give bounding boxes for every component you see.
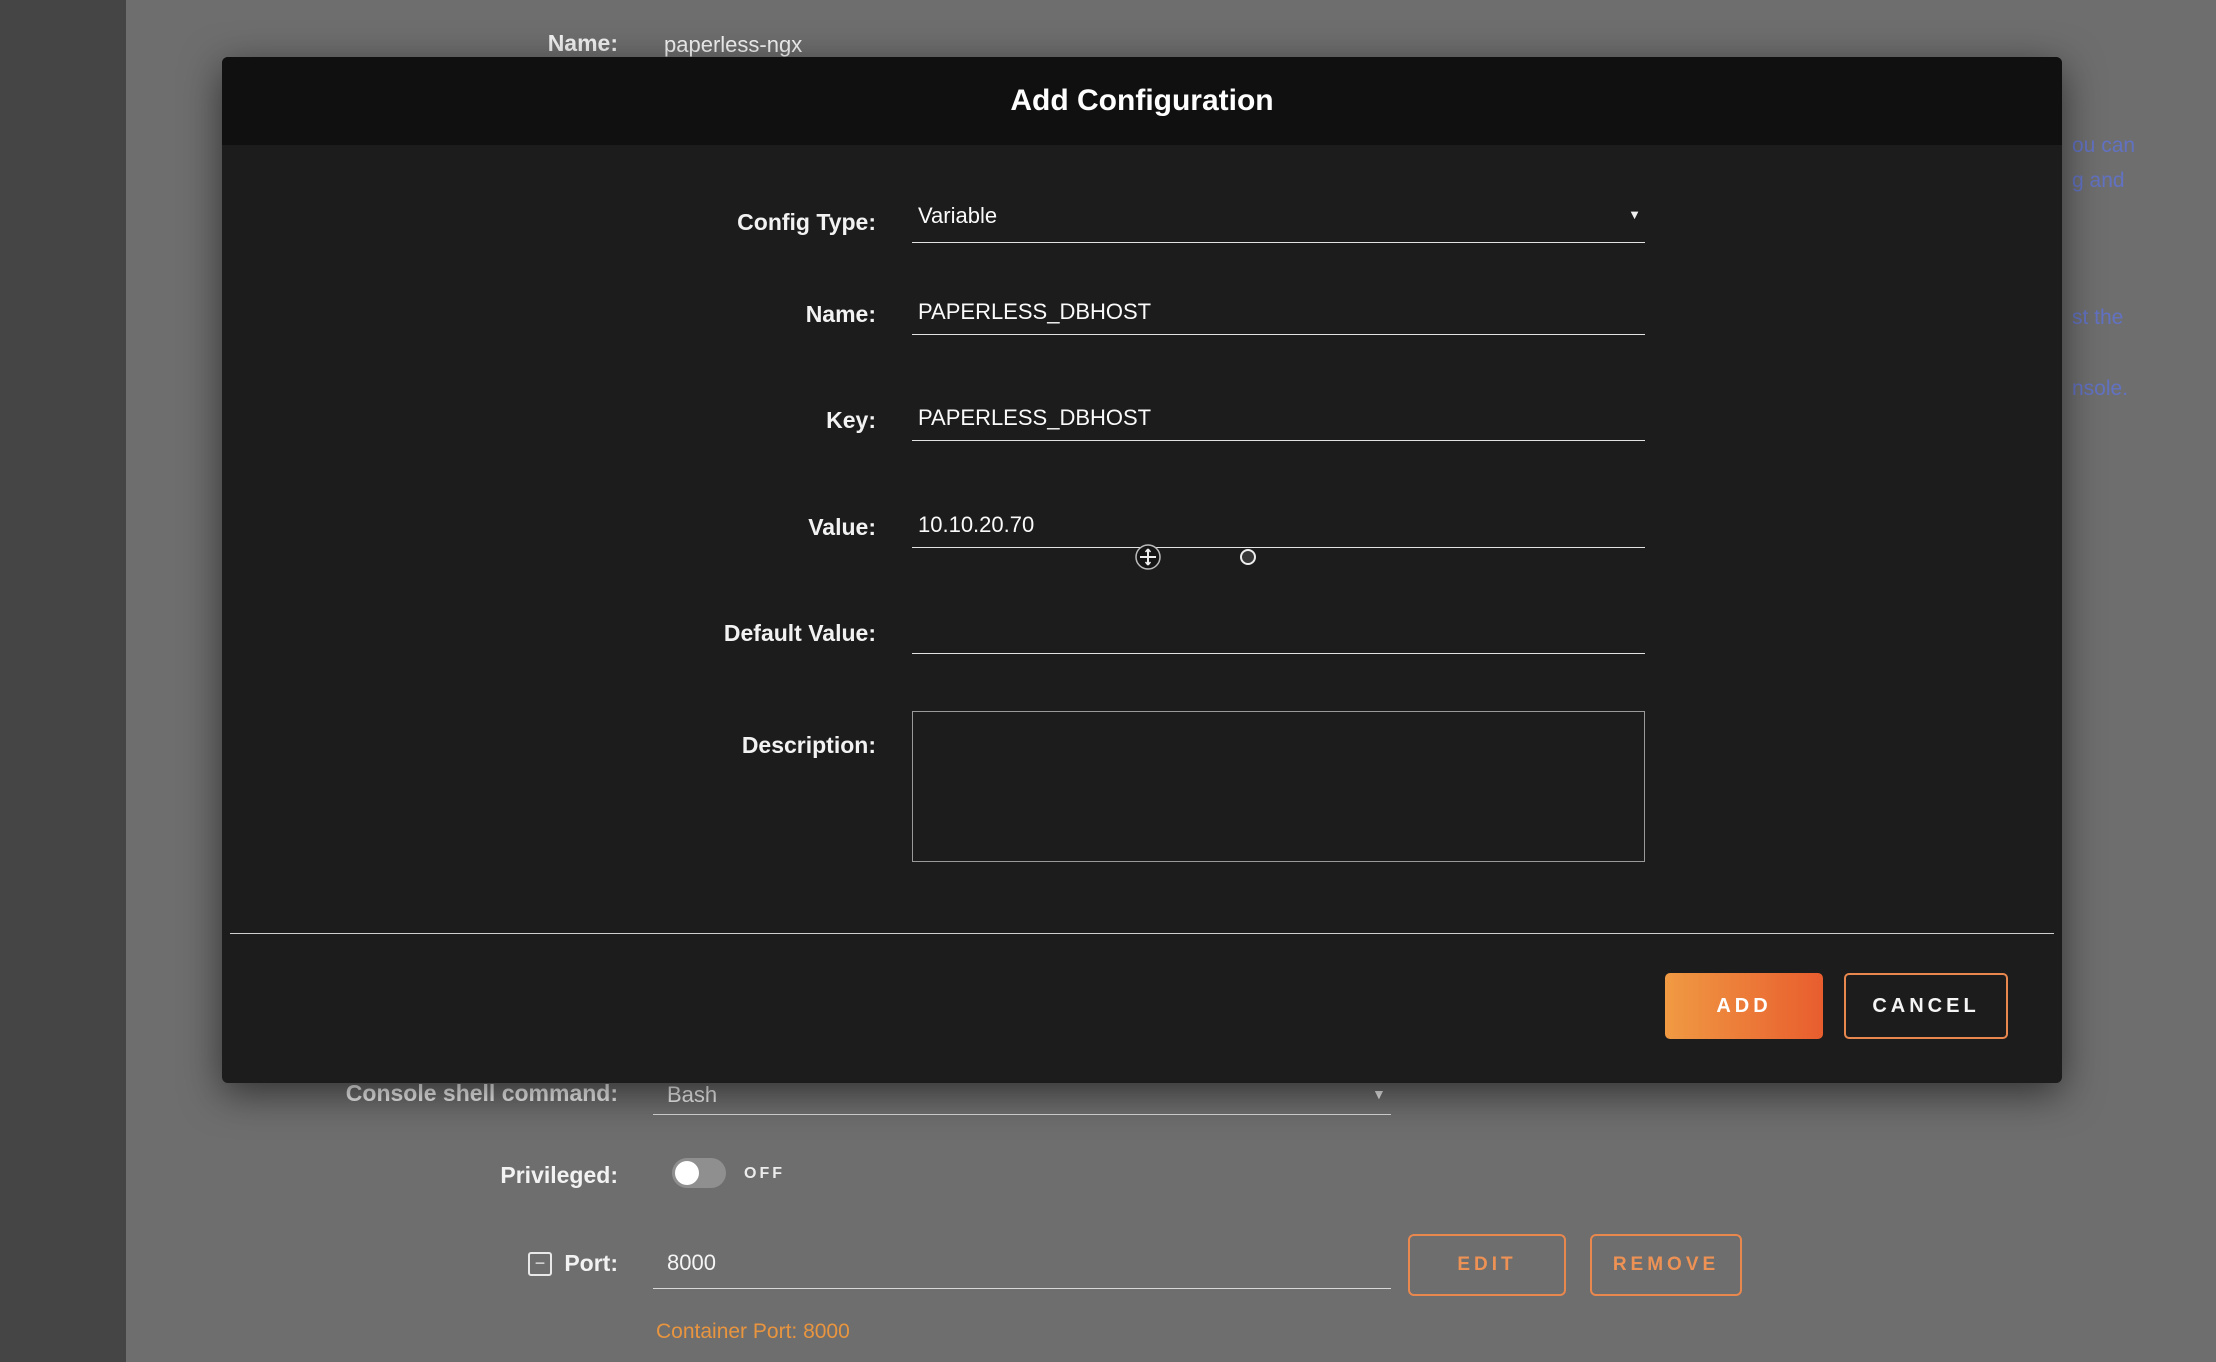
- page-left-band: [0, 0, 126, 1362]
- key-input[interactable]: [912, 395, 1645, 441]
- config-type-label: Config Type:: [416, 209, 876, 236]
- bg-clipped-text-4: nsole.: [2072, 377, 2128, 401]
- move-cursor-icon: [1133, 542, 1163, 572]
- add-button[interactable]: ADD: [1665, 973, 1823, 1039]
- key-label: Key:: [416, 407, 876, 434]
- bg-name-value: paperless-ngx: [664, 32, 802, 58]
- config-type-value: Variable: [918, 203, 997, 229]
- privileged-toggle[interactable]: [672, 1158, 726, 1188]
- chevron-down-icon: ▼: [1628, 207, 1641, 222]
- value-label: Value:: [416, 514, 876, 541]
- console-shell-select[interactable]: Bash: [667, 1082, 717, 1108]
- container-port-text: Container Port: 8000: [656, 1320, 850, 1344]
- privileged-label: Privileged:: [400, 1162, 618, 1189]
- description-textarea[interactable]: [912, 711, 1645, 862]
- bg-clipped-text-1: ou can: [2072, 134, 2135, 158]
- console-shell-label: Console shell command:: [300, 1080, 618, 1107]
- modal-title: Add Configuration: [222, 57, 2062, 145]
- toggle-knob: [675, 1161, 699, 1185]
- config-type-select[interactable]: Variable ▼: [912, 197, 1645, 243]
- port-label: Port:: [558, 1250, 618, 1277]
- remove-button[interactable]: REMOVE: [1590, 1234, 1742, 1296]
- privileged-state-label: OFF: [744, 1165, 785, 1183]
- value-input[interactable]: [912, 502, 1645, 548]
- modal-header: Add Configuration: [222, 57, 2062, 145]
- console-shell-underline: [653, 1114, 1391, 1115]
- port-underline: [653, 1288, 1391, 1289]
- default-value-input[interactable]: [912, 608, 1645, 654]
- modal-footer-divider: [230, 933, 2054, 934]
- default-value-label: Default Value:: [416, 620, 876, 647]
- collapse-minus-icon[interactable]: −: [528, 1252, 552, 1276]
- bg-name-label: Name:: [470, 30, 618, 57]
- bg-clipped-text-2: g and: [2072, 169, 2125, 193]
- port-value[interactable]: 8000: [667, 1250, 716, 1276]
- chevron-down-icon: ▼: [1372, 1086, 1386, 1102]
- drag-handle-dot: [1240, 549, 1256, 565]
- name-input[interactable]: [912, 289, 1645, 335]
- page: Name: paperless-ngx ou can g and st the …: [0, 0, 2216, 1362]
- bg-clipped-text-3: st the: [2072, 306, 2123, 330]
- name-label: Name:: [416, 301, 876, 328]
- cancel-button[interactable]: CANCEL: [1844, 973, 2008, 1039]
- edit-button[interactable]: EDIT: [1408, 1234, 1566, 1296]
- description-label: Description:: [416, 732, 876, 759]
